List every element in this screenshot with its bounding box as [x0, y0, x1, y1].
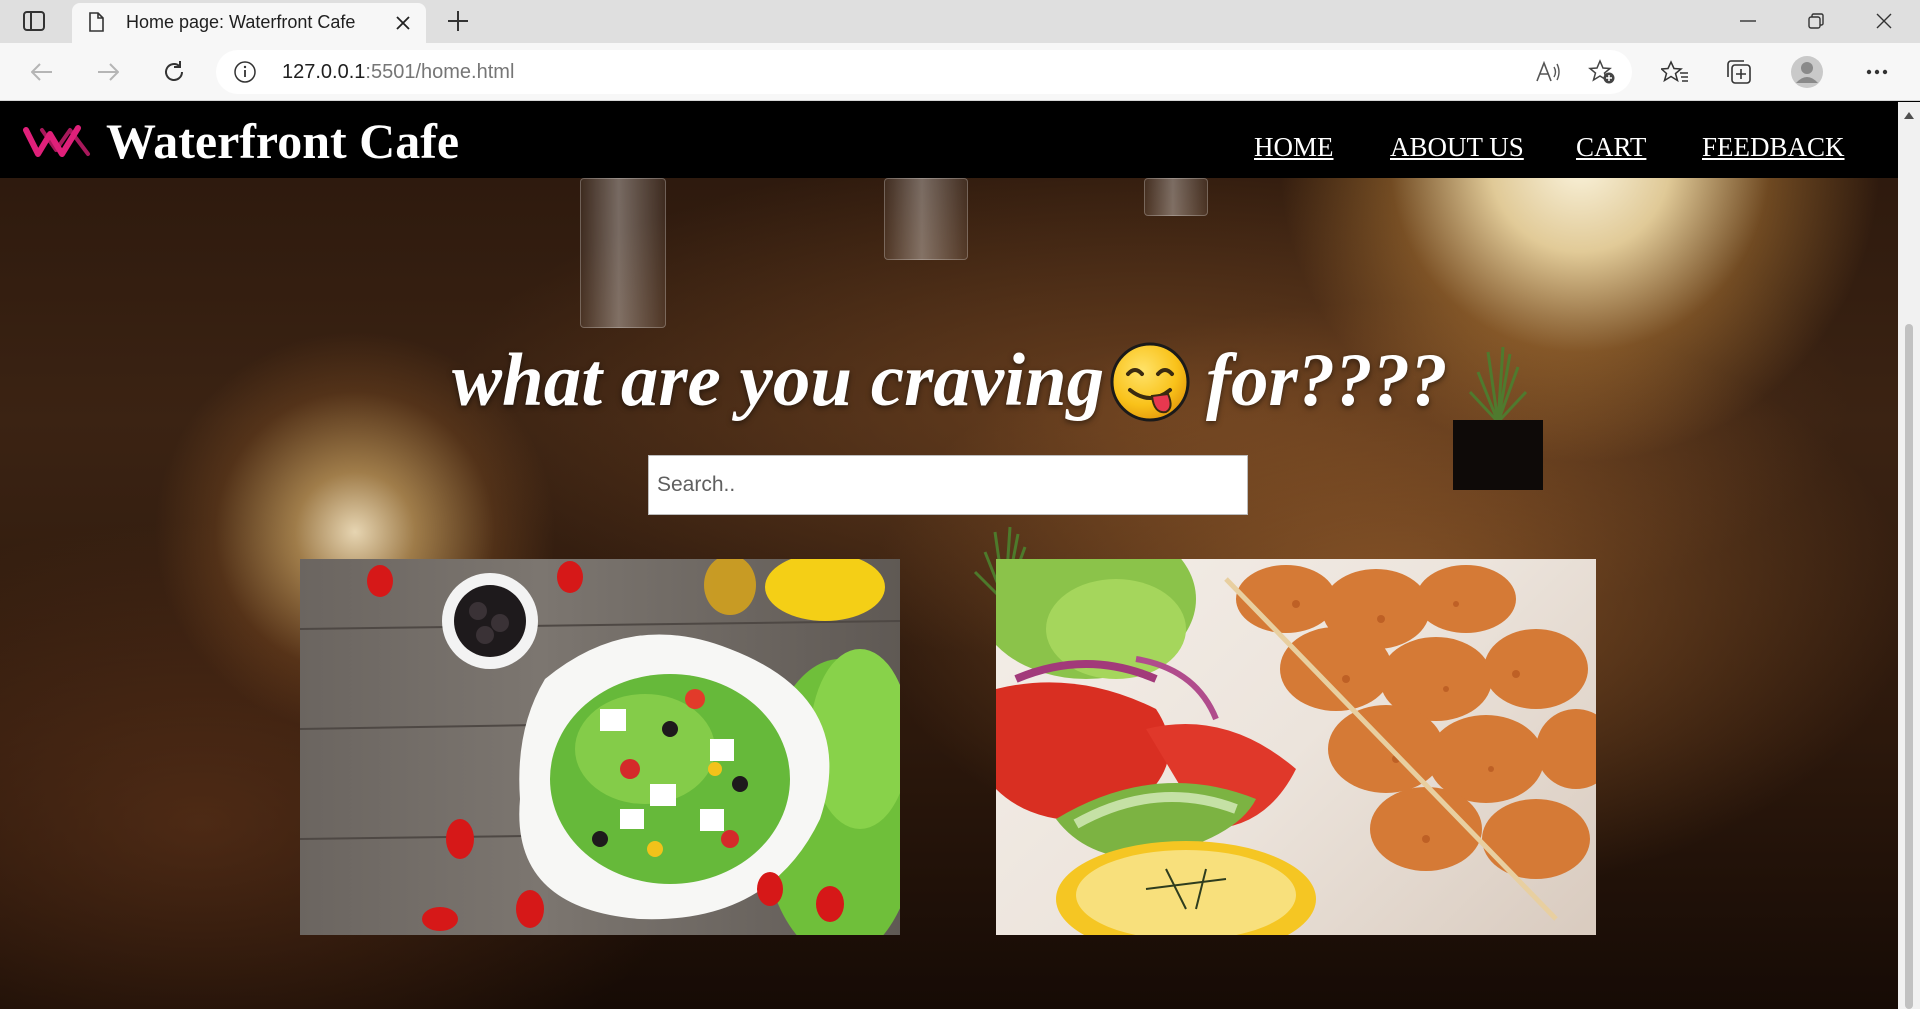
forward-icon[interactable]	[92, 56, 124, 88]
browser-toolbar: 127.0.0.1:5501/home.html	[0, 43, 1920, 101]
refresh-icon[interactable]	[158, 56, 190, 88]
back-icon[interactable]	[26, 56, 58, 88]
logo-icon[interactable]	[22, 122, 94, 162]
url-path: :5501/home.html	[365, 61, 515, 83]
tab-title: Home page: Waterfront Cafe	[126, 12, 356, 32]
collections-icon[interactable]	[1722, 55, 1756, 89]
salad-photo	[300, 559, 900, 935]
sidebar-icon[interactable]	[20, 8, 48, 34]
restore-icon[interactable]	[1796, 6, 1836, 36]
close-icon[interactable]	[392, 12, 414, 34]
nav-home[interactable]: HOME	[1254, 132, 1334, 163]
pendant-lamp	[580, 178, 666, 328]
pendant-lamp	[1144, 178, 1208, 216]
nav-cart[interactable]: CART	[1576, 132, 1646, 163]
page-scrollbar[interactable]	[1898, 102, 1920, 1009]
url-host: 127.0.0.1	[282, 61, 366, 83]
chicken-skewers-photo	[996, 559, 1596, 935]
brand-name[interactable]: Waterfront Cafe	[106, 112, 459, 170]
scroll-up-arrow-icon[interactable]	[1903, 110, 1915, 120]
chicken-skewers-image[interactable]	[996, 559, 1596, 935]
restaurant-background	[0, 102, 1898, 1009]
browser-tab-strip: Home page: Waterfront Cafe	[0, 0, 1920, 43]
search-input[interactable]	[648, 455, 1248, 515]
minimize-icon[interactable]	[1728, 6, 1768, 36]
url-text: 127.0.0.1:5501/home.html	[282, 61, 514, 84]
salad-image[interactable]	[300, 559, 900, 935]
face-savoring-food-icon	[1110, 342, 1190, 422]
nav-feedback[interactable]: FEEDBACK	[1702, 132, 1845, 163]
active-tab[interactable]: Home page: Waterfront Cafe	[72, 3, 426, 43]
page-viewport: Waterfront Cafe HOME ABOUT US CART FEEDB…	[0, 102, 1898, 1009]
site-header: Waterfront Cafe HOME ABOUT US CART FEEDB…	[0, 102, 1898, 178]
hero-headline: what are you craving	[452, 339, 1105, 422]
favorites-icon[interactable]	[1658, 55, 1692, 89]
hero-headline-tail: for????	[1206, 339, 1448, 422]
profile-icon[interactable]	[1790, 55, 1824, 89]
pendant-lamp	[884, 178, 968, 260]
potted-plant	[1453, 346, 1543, 490]
address-bar[interactable]: 127.0.0.1:5501/home.html	[216, 50, 1632, 94]
add-favorite-icon[interactable]	[1588, 59, 1616, 85]
more-icon[interactable]	[1860, 55, 1894, 89]
page-icon	[88, 12, 104, 32]
read-aloud-icon[interactable]	[1534, 59, 1562, 85]
nav-about-us[interactable]: ABOUT US	[1390, 132, 1524, 163]
close-window-icon[interactable]	[1864, 6, 1904, 36]
plus-icon[interactable]	[444, 7, 472, 35]
scrollbar-thumb[interactable]	[1905, 324, 1913, 1009]
info-icon[interactable]	[234, 61, 256, 83]
